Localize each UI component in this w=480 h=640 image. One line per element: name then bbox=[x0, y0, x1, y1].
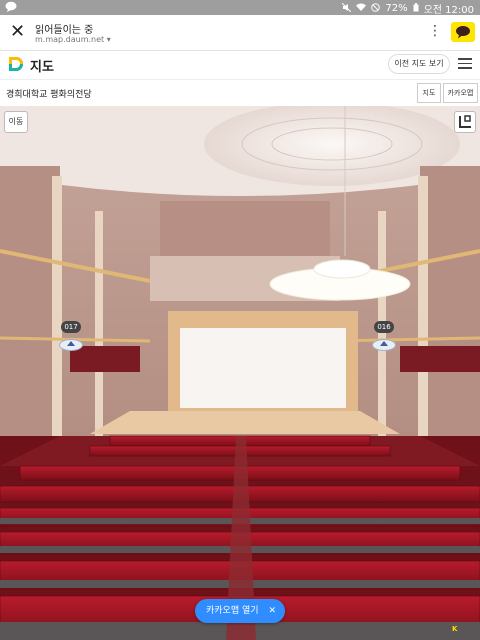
chat-bubble-icon bbox=[5, 1, 17, 15]
battery-icon bbox=[413, 2, 419, 15]
kakaomap-button[interactable]: 카카오맵 > bbox=[443, 83, 478, 115]
page-loading-title: 읽어들이는 중 bbox=[35, 25, 94, 36]
prev-map-button[interactable]: 이전 지도 보기 bbox=[388, 54, 450, 74]
close-icon[interactable]: ✕ bbox=[268, 599, 276, 623]
chevron-down-icon: ▾ bbox=[104, 35, 111, 44]
mute-icon bbox=[342, 2, 352, 15]
open-kakaomap-label: 카카오맵 열기 bbox=[206, 606, 259, 616]
page-title: 지도 bbox=[30, 60, 54, 75]
hamburger-icon[interactable] bbox=[458, 58, 472, 69]
pin-label: 017 bbox=[61, 321, 81, 333]
browser-bar: ✕ 읽어들이는 중 m.map.daum.net ▾ ⋮ bbox=[0, 15, 480, 51]
kakaotalk-button[interactable] bbox=[451, 22, 475, 42]
dnd-icon bbox=[371, 2, 381, 15]
minimap-toggle-button[interactable] bbox=[454, 111, 476, 133]
kebab-icon[interactable]: ⋮ bbox=[428, 22, 442, 40]
wifi-icon bbox=[356, 3, 367, 14]
kakao-watermark-icon: K bbox=[452, 625, 458, 633]
kakaotalk-icon bbox=[456, 26, 470, 39]
page-url[interactable]: m.map.daum.net ▾ bbox=[35, 35, 111, 44]
daum-logo-icon[interactable] bbox=[8, 56, 24, 72]
close-icon[interactable]: ✕ bbox=[10, 21, 25, 43]
battery-percent: 72% bbox=[385, 3, 408, 14]
move-button[interactable]: 이동 bbox=[4, 111, 28, 133]
roadview-pin-016[interactable]: 016 bbox=[371, 321, 397, 351]
direction-arrow-icon bbox=[59, 339, 83, 351]
pin-label: 016 bbox=[374, 321, 394, 333]
clock: 오전 12:00 bbox=[423, 5, 474, 16]
open-kakaomap-button[interactable]: 카카오맵 열기 ✕ bbox=[195, 599, 285, 623]
map-button[interactable]: 지도 bbox=[417, 83, 441, 103]
auditorium-panorama-image[interactable] bbox=[0, 106, 480, 640]
roadview-panorama[interactable]: 이동 017 016 카카오맵 열기 ✕ K bbox=[0, 106, 480, 640]
roadview-pin-017[interactable]: 017 bbox=[58, 321, 84, 351]
status-bar: 72% 오전 12:00 bbox=[0, 0, 480, 16]
minimap-toggle-icon bbox=[459, 115, 471, 128]
place-name: 경희대학교 평화의전당 bbox=[6, 90, 92, 100]
url-text: m.map.daum.net bbox=[35, 35, 105, 44]
place-bar: 경희대학교 평화의전당 지도 카카오맵 > bbox=[0, 79, 480, 115]
map-header: 지도 이전 지도 보기 bbox=[0, 51, 480, 78]
direction-arrow-icon bbox=[372, 339, 396, 351]
